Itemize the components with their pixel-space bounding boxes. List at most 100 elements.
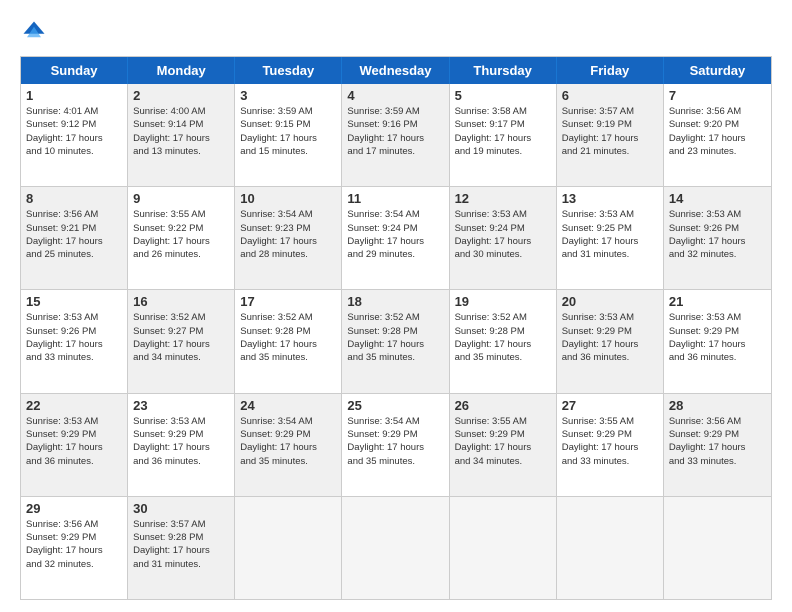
day-number: 13 xyxy=(562,191,658,206)
day-number: 29 xyxy=(26,501,122,516)
day-info: Sunrise: 3:53 AM Sunset: 9:29 PM Dayligh… xyxy=(562,311,658,364)
calendar-cell: 30 Sunrise: 3:57 AM Sunset: 9:28 PM Dayli… xyxy=(128,497,235,599)
weekday-header-tuesday: Tuesday xyxy=(235,57,342,84)
calendar-cell: 27Sunrise: 3:55 AM Sunset: 9:29 PM Dayli… xyxy=(557,394,664,496)
day-number: 9 xyxy=(133,191,229,206)
day-info: Sunrise: 3:55 AM Sunset: 9:29 PM Dayligh… xyxy=(562,415,658,468)
calendar-row-2: 15 Sunrise: 3:53 AM Sunset: 9:26 PM Dayli… xyxy=(21,289,771,392)
weekday-header-monday: Monday xyxy=(128,57,235,84)
day-number: 24 xyxy=(240,398,336,413)
calendar-row-4: 29 Sunrise: 3:56 AM Sunset: 9:29 PM Dayli… xyxy=(21,496,771,599)
day-number: 22 xyxy=(26,398,122,413)
page: SundayMondayTuesdayWednesdayThursdayFrid… xyxy=(0,0,792,612)
calendar-cell: 23 Sunrise: 3:53 AM Sunset: 9:29 PM Dayli… xyxy=(128,394,235,496)
calendar-cell xyxy=(664,497,771,599)
day-number: 17 xyxy=(240,294,336,309)
day-number: 23 xyxy=(133,398,229,413)
day-info: Sunrise: 3:52 AM Sunset: 9:27 PM Dayligh… xyxy=(133,311,229,364)
calendar-cell: 10 Sunrise: 3:54 AM Sunset: 9:23 PM Dayli… xyxy=(235,187,342,289)
day-number: 28 xyxy=(669,398,766,413)
calendar-cell xyxy=(450,497,557,599)
calendar-cell: 6 Sunrise: 3:57 AM Sunset: 9:19 PM Daylig… xyxy=(557,84,664,186)
calendar-cell: 25 Sunrise: 3:54 AM Sunset: 9:29 PM Dayli… xyxy=(342,394,449,496)
logo-icon xyxy=(20,18,48,46)
day-number: 30 xyxy=(133,501,229,516)
day-info: Sunrise: 3:54 AM Sunset: 9:24 PM Dayligh… xyxy=(347,208,443,261)
day-info: Sunrise: 3:53 AM Sunset: 9:29 PM Dayligh… xyxy=(669,311,766,364)
day-info: Sunrise: 3:52 AM Sunset: 9:28 PM Dayligh… xyxy=(240,311,336,364)
calendar-cell xyxy=(235,497,342,599)
day-info: Sunrise: 3:52 AM Sunset: 9:28 PM Dayligh… xyxy=(455,311,551,364)
calendar-row-1: 8 Sunrise: 3:56 AM Sunset: 9:21 PM Daylig… xyxy=(21,186,771,289)
day-number: 8 xyxy=(26,191,122,206)
day-info: Sunrise: 3:53 AM Sunset: 9:25 PM Dayligh… xyxy=(562,208,658,261)
day-number: 1 xyxy=(26,88,122,103)
day-number: 12 xyxy=(455,191,551,206)
day-info: Sunrise: 3:59 AM Sunset: 9:16 PM Dayligh… xyxy=(347,105,443,158)
weekday-header-sunday: Sunday xyxy=(21,57,128,84)
calendar-body: 1 Sunrise: 4:01 AM Sunset: 9:12 PM Daylig… xyxy=(21,84,771,599)
day-number: 2 xyxy=(133,88,229,103)
day-number: 26 xyxy=(455,398,551,413)
day-number: 16 xyxy=(133,294,229,309)
calendar-cell: 29 Sunrise: 3:56 AM Sunset: 9:29 PM Dayli… xyxy=(21,497,128,599)
day-info: Sunrise: 3:53 AM Sunset: 9:29 PM Dayligh… xyxy=(133,415,229,468)
day-number: 20 xyxy=(562,294,658,309)
calendar-cell: 13 Sunrise: 3:53 AM Sunset: 9:25 PM Dayli… xyxy=(557,187,664,289)
calendar-cell: 2 Sunrise: 4:00 AM Sunset: 9:14 PM Daylig… xyxy=(128,84,235,186)
day-number: 21 xyxy=(669,294,766,309)
day-number: 18 xyxy=(347,294,443,309)
day-info: Sunrise: 3:56 AM Sunset: 9:29 PM Dayligh… xyxy=(26,518,122,571)
calendar-cell: 16 Sunrise: 3:52 AM Sunset: 9:27 PM Dayli… xyxy=(128,290,235,392)
logo xyxy=(20,18,50,46)
calendar-cell: 4Sunrise: 3:59 AM Sunset: 9:16 PM Daylig… xyxy=(342,84,449,186)
day-number: 3 xyxy=(240,88,336,103)
day-number: 25 xyxy=(347,398,443,413)
day-info: Sunrise: 3:54 AM Sunset: 9:29 PM Dayligh… xyxy=(240,415,336,468)
calendar-cell: 1 Sunrise: 4:01 AM Sunset: 9:12 PM Daylig… xyxy=(21,84,128,186)
day-info: Sunrise: 3:57 AM Sunset: 9:19 PM Dayligh… xyxy=(562,105,658,158)
calendar-cell: 14 Sunrise: 3:53 AM Sunset: 9:26 PM Dayli… xyxy=(664,187,771,289)
weekday-header-saturday: Saturday xyxy=(664,57,771,84)
day-info: Sunrise: 3:55 AM Sunset: 9:22 PM Dayligh… xyxy=(133,208,229,261)
calendar-cell xyxy=(557,497,664,599)
calendar-cell: 17 Sunrise: 3:52 AM Sunset: 9:28 PM Dayli… xyxy=(235,290,342,392)
calendar-header: SundayMondayTuesdayWednesdayThursdayFrid… xyxy=(21,57,771,84)
calendar-cell: 18 Sunrise: 3:52 AM Sunset: 9:28 PM Dayli… xyxy=(342,290,449,392)
day-info: Sunrise: 3:56 AM Sunset: 9:21 PM Dayligh… xyxy=(26,208,122,261)
calendar-cell: 19 Sunrise: 3:52 AM Sunset: 9:28 PM Dayli… xyxy=(450,290,557,392)
calendar-cell: 26 Sunrise: 3:55 AM Sunset: 9:29 PM Dayli… xyxy=(450,394,557,496)
day-info: Sunrise: 3:57 AM Sunset: 9:28 PM Dayligh… xyxy=(133,518,229,571)
day-info: Sunrise: 4:00 AM Sunset: 9:14 PM Dayligh… xyxy=(133,105,229,158)
calendar-cell: 24 Sunrise: 3:54 AM Sunset: 9:29 PM Dayli… xyxy=(235,394,342,496)
day-info: Sunrise: 3:54 AM Sunset: 9:29 PM Dayligh… xyxy=(347,415,443,468)
weekday-header-friday: Friday xyxy=(557,57,664,84)
day-number: 15 xyxy=(26,294,122,309)
calendar-cell: 8 Sunrise: 3:56 AM Sunset: 9:21 PM Daylig… xyxy=(21,187,128,289)
day-info: Sunrise: 3:55 AM Sunset: 9:29 PM Dayligh… xyxy=(455,415,551,468)
day-number: 10 xyxy=(240,191,336,206)
calendar-cell: 5Sunrise: 3:58 AM Sunset: 9:17 PM Daylig… xyxy=(450,84,557,186)
day-info: Sunrise: 3:52 AM Sunset: 9:28 PM Dayligh… xyxy=(347,311,443,364)
day-info: Sunrise: 3:58 AM Sunset: 9:17 PM Dayligh… xyxy=(455,105,551,158)
day-number: 11 xyxy=(347,191,443,206)
day-number: 14 xyxy=(669,191,766,206)
day-number: 7 xyxy=(669,88,766,103)
day-info: Sunrise: 3:54 AM Sunset: 9:23 PM Dayligh… xyxy=(240,208,336,261)
calendar-cell: 9 Sunrise: 3:55 AM Sunset: 9:22 PM Daylig… xyxy=(128,187,235,289)
calendar-row-3: 22 Sunrise: 3:53 AM Sunset: 9:29 PM Dayli… xyxy=(21,393,771,496)
calendar-row-0: 1 Sunrise: 4:01 AM Sunset: 9:12 PM Daylig… xyxy=(21,84,771,186)
calendar-cell: 22Sunrise: 3:53 AM Sunset: 9:29 PM Dayli… xyxy=(21,394,128,496)
calendar-cell: 3 Sunrise: 3:59 AM Sunset: 9:15 PM Daylig… xyxy=(235,84,342,186)
calendar: SundayMondayTuesdayWednesdayThursdayFrid… xyxy=(20,56,772,600)
calendar-cell: 7Sunrise: 3:56 AM Sunset: 9:20 PM Daylig… xyxy=(664,84,771,186)
calendar-cell: 15 Sunrise: 3:53 AM Sunset: 9:26 PM Dayli… xyxy=(21,290,128,392)
day-info: Sunrise: 3:53 AM Sunset: 9:26 PM Dayligh… xyxy=(26,311,122,364)
day-number: 19 xyxy=(455,294,551,309)
day-info: Sunrise: 4:01 AM Sunset: 9:12 PM Dayligh… xyxy=(26,105,122,158)
day-number: 6 xyxy=(562,88,658,103)
day-info: Sunrise: 3:59 AM Sunset: 9:15 PM Dayligh… xyxy=(240,105,336,158)
day-info: Sunrise: 3:56 AM Sunset: 9:29 PM Dayligh… xyxy=(669,415,766,468)
day-info: Sunrise: 3:53 AM Sunset: 9:26 PM Dayligh… xyxy=(669,208,766,261)
calendar-cell: 21 Sunrise: 3:53 AM Sunset: 9:29 PM Dayli… xyxy=(664,290,771,392)
